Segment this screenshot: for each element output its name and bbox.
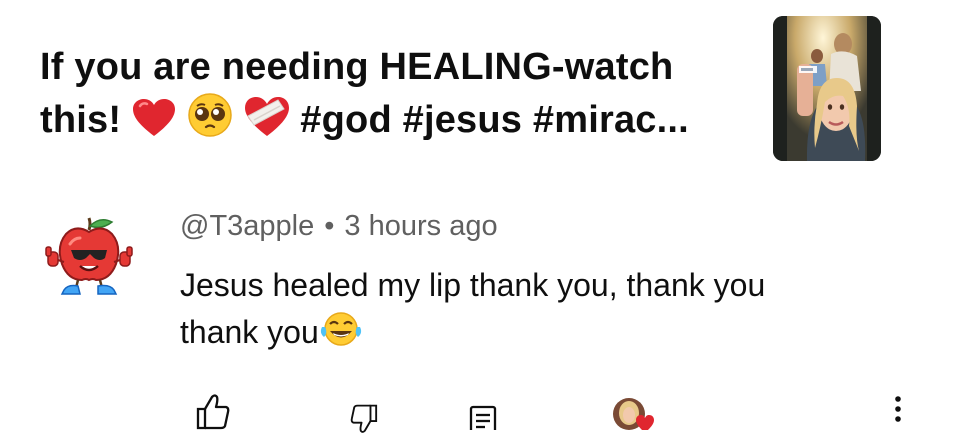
tears-of-joy-icon — [319, 311, 363, 360]
comment-text-line1: Jesus healed my lip thank you, thank you — [180, 267, 766, 303]
reply-icon — [469, 405, 497, 439]
comment-author[interactable]: @T3apple — [180, 210, 314, 242]
dislike-button[interactable] — [347, 404, 381, 439]
video-title-text: this! — [40, 99, 122, 141]
comment-timestamp: 3 hours ago — [344, 210, 498, 242]
thumbs-up-icon — [196, 394, 230, 430]
more-vert-icon — [895, 396, 901, 422]
comment-text-line2: thank you — [180, 314, 319, 350]
mending-heart-icon — [244, 96, 290, 151]
video-thumbnail[interactable] — [773, 16, 881, 161]
more-options-button[interactable] — [890, 394, 906, 433]
meta-separator: • — [324, 210, 335, 242]
pleading-face-icon — [187, 92, 233, 151]
video-title-line2: this! #god #jesus #mirac... — [40, 92, 740, 151]
like-button[interactable] — [196, 393, 230, 435]
comment-header: @T3apple • 3 hours ago — [180, 210, 498, 243]
apple-mascot-icon — [45, 217, 133, 295]
creator-heart[interactable] — [612, 396, 662, 435]
video-title[interactable]: If you are needing HEALING-watch this! #… — [40, 42, 740, 151]
comment-text-line2-wrap: thank you — [180, 309, 860, 360]
creator-heart-avatar-icon — [613, 398, 654, 430]
reply-button[interactable] — [469, 405, 497, 439]
video-title-hashtags: #god #jesus #mirac... — [300, 99, 689, 141]
thumbnail-image — [773, 16, 881, 161]
video-title-line1: If you are needing HEALING-watch — [40, 46, 674, 88]
avatar[interactable] — [38, 214, 140, 298]
red-heart-icon — [132, 98, 176, 151]
comment-body: Jesus healed my lip thank you, thank you… — [180, 262, 860, 360]
